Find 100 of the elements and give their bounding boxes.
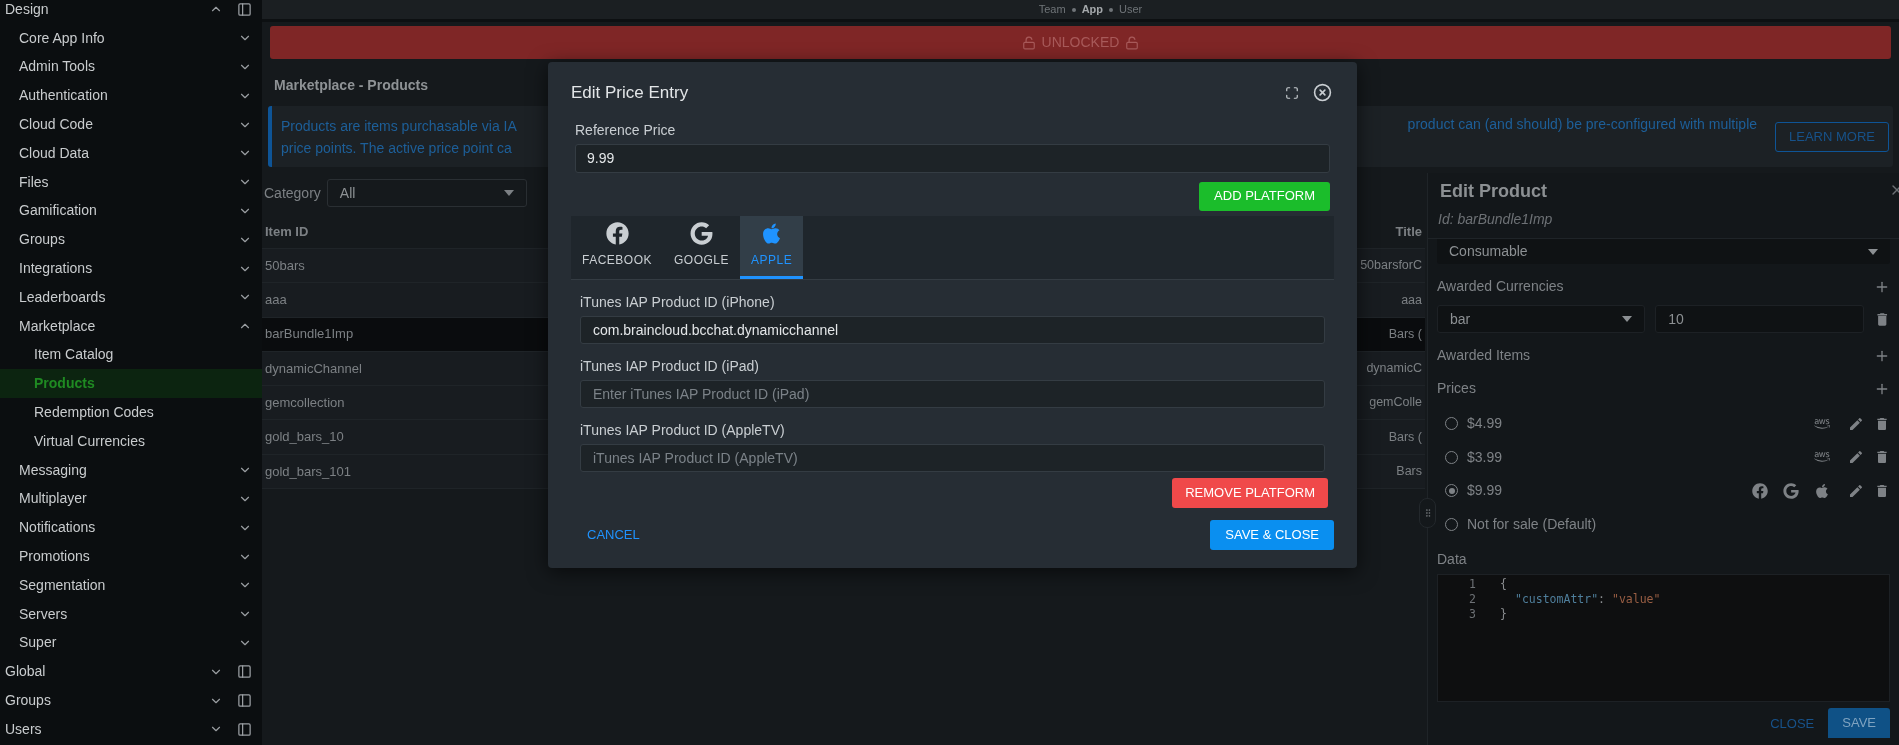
sidebar-item[interactable]: Gamification [0,196,262,226]
sidebar-item[interactable]: Messaging [0,455,262,485]
sidebar-item[interactable]: Users [0,714,237,744]
pencil-icon[interactable] [1848,415,1864,432]
category-select[interactable]: All [326,179,527,207]
sidebar-item[interactable]: Authentication [0,81,262,111]
sidebar-item[interactable]: Cloud Code [0,110,262,139]
line-number: 1 [1468,577,1476,592]
product-id: Id: barBundle1Imp [1437,210,1554,229]
trash-icon[interactable] [1874,482,1890,499]
section-label: Data [1437,550,1468,569]
table-cell-text: Bars ( [1388,325,1422,343]
google-icon [690,222,714,245]
reference-price-field[interactable]: 9.99 [575,143,1330,173]
code-line: { [1500,577,1507,592]
panel-icon[interactable] [237,1,252,17]
cancel-button[interactable]: CANCEL [587,524,640,545]
table-cell-text: gemColle [1369,394,1422,412]
info-text: price points. The active price point ca [281,138,513,158]
panel-icon[interactable] [237,721,252,737]
lock-icon [1125,35,1140,50]
sidebar-item[interactable]: Virtual Currencies [0,426,262,456]
remove-platform-button[interactable]: REMOVE PLATFORM [1172,477,1328,508]
panel-icon[interactable] [237,693,252,708]
product-id-field[interactable]: iTunes IAP Product ID (AppleTV) [580,443,1325,472]
table-cell-text: 50bars [265,256,305,275]
sidebar-item[interactable]: Groups [0,686,237,715]
table-cell-text: dynamicChannel [265,359,362,378]
sidebar-item[interactable]: Admin Tools [0,52,262,82]
sidebar-item[interactable]: Multiplayer [0,484,262,514]
pencil-icon[interactable] [1848,482,1864,499]
code-line: "customAttr": "value" [1514,592,1661,607]
platform-tab[interactable]: GOOGLE [663,215,741,279]
sidebar-item[interactable]: Global [0,657,237,687]
panel-icon[interactable] [237,664,252,680]
sidebar-item[interactable]: Integrations [0,254,262,283]
trash-icon[interactable] [1874,415,1890,432]
sidebar-item[interactable]: Products [0,369,262,399]
product-id-field[interactable]: Enter iTunes IAP Product ID (iPad) [580,379,1325,408]
facebook-icon [605,222,629,245]
line-number: 2 [1468,592,1476,607]
drag-handle[interactable] [1419,498,1436,528]
caret-icon [503,190,514,196]
sidebar-item[interactable]: Marketplace [0,311,262,341]
sidebar-item[interactable]: Files [0,167,262,197]
code-line: } [1500,607,1507,622]
sidebar-item[interactable]: Leaderboards [0,282,262,312]
column-header: Title [1395,222,1422,241]
sidebar-item[interactable]: Groups [0,225,262,255]
breadcrumb-link[interactable]: User [1119,1,1143,18]
fullscreen-icon[interactable] [1285,85,1299,100]
dialog-title: Edit Price Entry [571,82,689,104]
table-cell-text: 50barsforC [1360,257,1422,275]
table-cell-text: gold_bars_101 [265,462,352,481]
sidebar-item[interactable]: Segmentation [0,570,262,600]
sidebar-item[interactable]: Super [0,628,262,658]
field-label: Reference Price [575,120,677,140]
google-icon [1783,482,1799,499]
close-icon[interactable] [1313,83,1332,103]
product-id-field[interactable]: com.braincloud.bcchat.dynamicchannel [580,315,1325,344]
page-title: Marketplace - Products [274,76,429,95]
column-header: Item ID [265,222,309,241]
sidebar-item[interactable]: Design [0,0,237,24]
sidebar-item[interactable]: Item Catalog [0,340,262,370]
platform-tab[interactable]: FACEBOOK [571,215,664,279]
breadcrumb-link[interactable]: App [1081,1,1104,18]
price-label: $4.99 [1467,414,1504,434]
price-label: $9.99 [1467,481,1504,501]
table-cell-text: aaa [265,291,287,310]
trash-icon[interactable] [1874,449,1890,466]
field-label: iTunes IAP Product ID (iPad) [580,356,760,376]
breadcrumb-link[interactable]: Team [1038,1,1066,18]
sidebar-item[interactable]: Promotions [0,542,262,571]
section-label: Awarded Currencies [1437,277,1564,296]
sidebar-item[interactable]: Cloud Data [0,139,262,168]
table-cell-text: aaa [1401,291,1422,309]
sidebar-item[interactable]: Redemption Codes [0,398,262,427]
caret-icon [1868,248,1878,255]
table-cell-text: Bars ( [1388,428,1422,446]
type-select[interactable]: Consumable [1437,239,1890,264]
sidebar-item[interactable]: Servers [0,599,262,629]
field-label: iTunes IAP Product ID (AppleTV) [580,420,786,440]
price-label: $3.99 [1467,447,1504,467]
table-cell-text: gemcollection [265,394,345,413]
amount-field[interactable]: 10 [1655,305,1864,333]
sidebar-item[interactable]: Notifications [0,513,262,543]
panel-title: Edit Product [1440,180,1547,203]
currency-select[interactable]: bar [1437,305,1646,333]
sidebar-item[interactable]: Core App Info [0,23,262,53]
section-label: Prices [1437,379,1476,398]
dot-separator-icon [1071,7,1076,12]
filter-label: Category [264,183,321,203]
table-cell-text: dynamicC [1366,360,1422,378]
facebook-icon [1752,482,1768,499]
price-label: Not for sale (Default) [1467,514,1598,534]
pencil-icon[interactable] [1848,449,1864,466]
table-cell-text: Bars [1396,463,1422,481]
section-label: Awarded Items [1437,346,1531,365]
code-editor[interactable]: 1 { 2 "customAttr": "value" 3 } [1437,574,1890,702]
line-number: 3 [1468,607,1476,622]
